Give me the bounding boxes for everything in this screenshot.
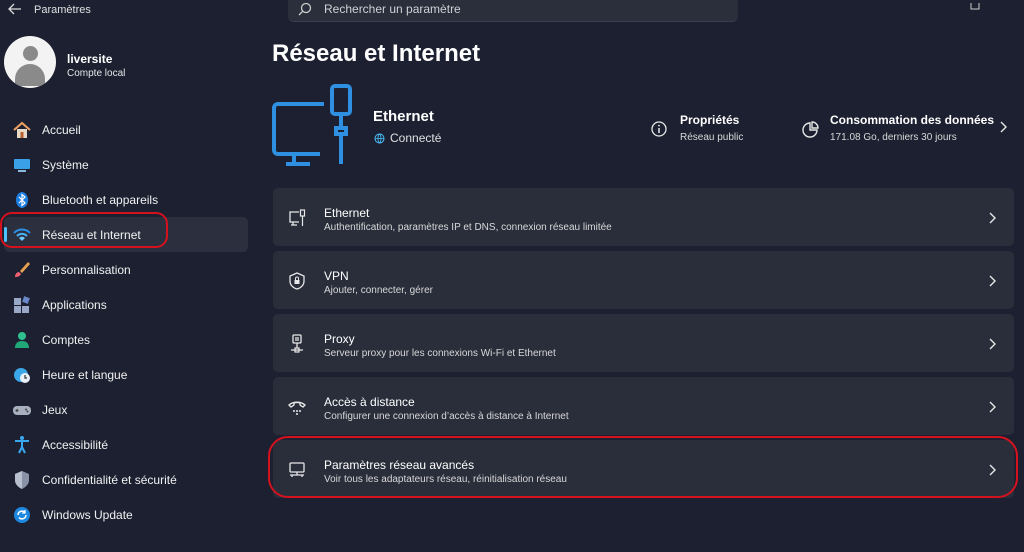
accessibility-icon xyxy=(15,436,29,454)
sidebar-item-label: Comptes xyxy=(42,333,91,347)
back-arrow-icon[interactable] xyxy=(6,3,24,17)
sidebar-item-accessibilite[interactable]: Accessibilité xyxy=(4,427,248,462)
sidebar-item-label: Bluetooth et appareils xyxy=(42,193,159,207)
brush-icon xyxy=(15,262,30,277)
chevron-right-icon xyxy=(989,401,996,413)
card-subtitle: Configurer une connexion d’accès à dista… xyxy=(324,411,569,422)
sidebar-item-label: Système xyxy=(42,158,89,172)
update-icon xyxy=(14,507,30,523)
sidebar-item-label: Accueil xyxy=(42,123,81,137)
chevron-right-icon xyxy=(989,212,996,224)
proxy-icon xyxy=(291,334,303,353)
search-icon xyxy=(298,2,312,16)
user-name: liversite xyxy=(67,52,113,66)
sidebar-nav: Accueil Système Bluetooth et appareils R… xyxy=(4,112,248,532)
bluetooth-icon xyxy=(16,192,28,208)
card-acces-distance[interactable]: Accès à distance Configurer une connexio… xyxy=(273,377,1014,435)
app-title: Paramètres xyxy=(34,4,91,16)
highlight-annotation-card xyxy=(268,436,1018,498)
avatar xyxy=(4,36,56,88)
minimize-button[interactable] xyxy=(906,0,952,12)
person-icon xyxy=(15,332,29,348)
properties-link[interactable]: Propriétés xyxy=(680,113,739,127)
card-subtitle: Serveur proxy pour les connexions Wi-Fi … xyxy=(324,348,556,359)
maximize-button[interactable] xyxy=(952,0,998,12)
sidebar-item-label: Confidentialité et sécurité xyxy=(42,473,177,487)
sidebar-item-confidentialite[interactable]: Confidentialité et sécurité xyxy=(4,462,248,497)
data-usage-icon[interactable] xyxy=(801,121,819,139)
sidebar-item-label: Windows Update xyxy=(42,508,133,522)
sidebar-item-personnalisation[interactable]: Personnalisation xyxy=(4,252,248,287)
gamepad-icon xyxy=(13,406,31,415)
chevron-right-icon xyxy=(989,338,996,350)
card-title: VPN xyxy=(324,269,349,283)
dialup-icon xyxy=(288,401,306,415)
vpn-shield-icon xyxy=(289,272,305,290)
account-type: Compte local xyxy=(67,68,126,79)
home-icon xyxy=(13,121,31,138)
sidebar-item-heure-langue[interactable]: Heure et langue xyxy=(4,357,248,392)
card-proxy[interactable]: Proxy Serveur proxy pour les connexions … xyxy=(273,314,1014,372)
sidebar-item-label: Applications xyxy=(42,298,107,312)
sidebar-item-label: Accessibilité xyxy=(42,438,109,452)
network-profile: Réseau public xyxy=(680,132,744,143)
sidebar-item-label: Personnalisation xyxy=(42,263,131,277)
apps-icon xyxy=(14,296,30,313)
search-input[interactable]: Rechercher un paramètre xyxy=(288,0,738,22)
highlight-annotation-nav xyxy=(0,212,168,248)
sidebar-item-systeme[interactable]: Système xyxy=(4,147,248,182)
sidebar-item-label: Jeux xyxy=(42,403,68,417)
card-subtitle: Ajouter, connecter, gérer xyxy=(324,285,433,296)
connection-name: Ethernet xyxy=(373,108,434,125)
data-usage-amount: 171.08 Go, derniers 30 jours xyxy=(830,132,957,143)
title-bar: Paramètres Rechercher un paramètre xyxy=(0,0,1024,22)
ethernet-icon xyxy=(289,209,306,226)
globe-icon xyxy=(374,133,385,144)
ethernet-monitor-icon xyxy=(272,84,352,166)
sidebar-item-jeux[interactable]: Jeux xyxy=(4,392,248,427)
data-usage-link[interactable]: Consommation des données xyxy=(830,113,994,127)
search-placeholder: Rechercher un paramètre xyxy=(324,2,461,16)
sidebar-item-accueil[interactable]: Accueil xyxy=(4,112,248,147)
card-title: Proxy xyxy=(324,332,355,346)
connection-status: Connecté xyxy=(390,131,442,145)
chevron-right-icon xyxy=(989,275,996,287)
shield-icon xyxy=(15,471,29,489)
chevron-right-icon[interactable] xyxy=(998,120,1008,134)
globe-clock-icon xyxy=(14,368,30,383)
close-button[interactable] xyxy=(998,0,1024,12)
sidebar-item-applications[interactable]: Applications xyxy=(4,287,248,322)
card-vpn[interactable]: VPN Ajouter, connecter, gérer xyxy=(273,251,1014,309)
card-ethernet[interactable]: Ethernet Authentification, paramètres IP… xyxy=(273,188,1014,246)
sidebar-item-comptes[interactable]: Comptes xyxy=(4,322,248,357)
sidebar-item-label: Heure et langue xyxy=(42,368,128,382)
card-subtitle: Authentification, paramètres IP et DNS, … xyxy=(324,222,612,233)
user-profile[interactable]: liversite Compte local xyxy=(4,36,244,92)
monitor-icon xyxy=(14,159,30,172)
card-title: Ethernet xyxy=(324,206,370,220)
sidebar-item-windows-update[interactable]: Windows Update xyxy=(4,497,248,532)
info-icon[interactable] xyxy=(651,121,667,137)
card-title: Accès à distance xyxy=(324,395,415,409)
page-title: Réseau et Internet xyxy=(272,40,481,67)
